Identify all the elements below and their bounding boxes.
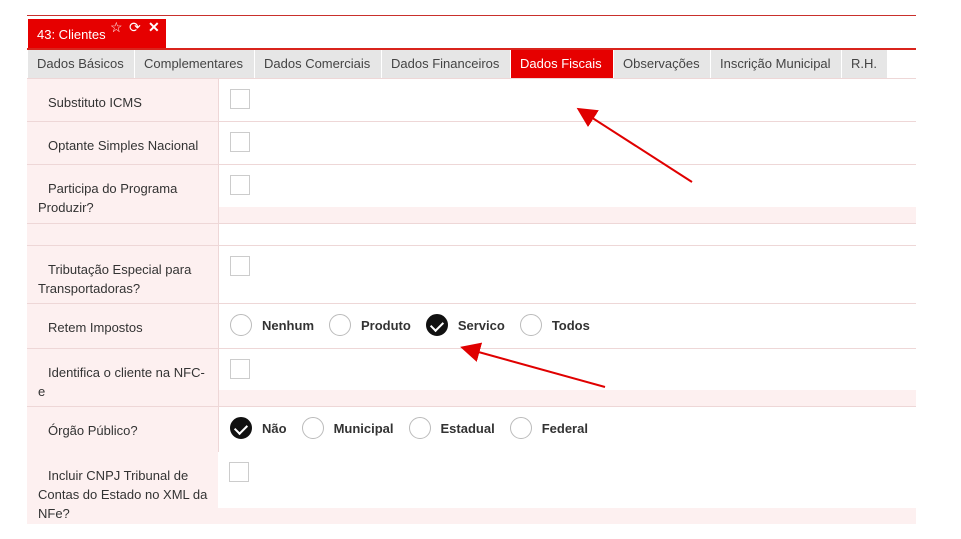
row-orgao-publico: Órgão Público? Não Municipal Estadual Fe…	[27, 406, 916, 452]
field-label: Incluir CNPJ Tribunal de Contas do Estad…	[27, 452, 218, 524]
radio-produto[interactable]: Produto	[329, 314, 411, 336]
row-cnpj-tribunal: Incluir CNPJ Tribunal de Contas do Estad…	[27, 452, 916, 524]
row-identifica-nfce: Identifica o cliente na NFC-e	[27, 348, 916, 406]
radio-federal[interactable]: Federal	[509, 417, 588, 439]
tab-dados-financeiros[interactable]: Dados Financeiros	[382, 50, 511, 78]
cnpj-tribunal-checkbox[interactable]	[229, 462, 249, 482]
tab-rh[interactable]: R.H.	[842, 50, 888, 78]
window-top-border	[27, 15, 916, 16]
field-label: Participa do Programa Produzir?	[27, 165, 218, 223]
tab-dados-comerciais[interactable]: Dados Comerciais	[255, 50, 382, 78]
tab-complementares[interactable]: Complementares	[135, 50, 255, 78]
radio-circle-checked[interactable]	[230, 417, 252, 439]
close-icon[interactable]: ✕	[148, 20, 160, 34]
row-optante-simples: Optante Simples Nacional	[27, 121, 916, 164]
star-icon[interactable]: ☆	[110, 20, 123, 34]
radio-circle[interactable]	[509, 417, 532, 439]
field-label: Órgão Público?	[27, 407, 218, 452]
tributacao-transportadoras-checkbox[interactable]	[230, 256, 250, 276]
radio-circle[interactable]	[301, 417, 324, 439]
orgao-publico-radio-group: Não Municipal Estadual Federal	[230, 417, 603, 439]
row-substituto-icms: Substituto ICMS	[27, 78, 916, 121]
section-tabs: Dados Básicos Complementares Dados Comer…	[28, 50, 888, 78]
row-tributacao-transportadoras: Tributação Especial para Transportadoras…	[27, 245, 916, 303]
programa-produzir-checkbox[interactable]	[230, 175, 250, 195]
radio-municipal[interactable]: Municipal	[301, 417, 394, 439]
radio-servico[interactable]: Servico	[425, 314, 505, 336]
field-label: Retem Impostos	[27, 304, 218, 348]
radio-nenhum[interactable]: Nenhum	[230, 314, 314, 336]
field-label: Substituto ICMS	[27, 79, 218, 121]
refresh-icon[interactable]: ⟳	[129, 20, 141, 34]
row-programa-produzir: Participa do Programa Produzir?	[27, 164, 916, 223]
optante-simples-checkbox[interactable]	[230, 132, 250, 152]
tab-inscricao-municipal[interactable]: Inscrição Municipal	[711, 50, 842, 78]
radio-todos[interactable]: Todos	[519, 314, 590, 336]
field-label: Identifica o cliente na NFC-e	[27, 349, 218, 406]
radio-circle-checked[interactable]	[425, 314, 448, 336]
window-tab-title: 43: Clientes	[37, 27, 106, 42]
identifica-nfce-checkbox[interactable]	[230, 359, 250, 379]
tab-dados-basicos[interactable]: Dados Básicos	[28, 50, 135, 78]
radio-circle[interactable]	[230, 314, 252, 336]
radio-estadual[interactable]: Estadual	[408, 417, 495, 439]
row-spacer	[27, 223, 916, 245]
radio-circle[interactable]	[329, 314, 351, 336]
window-tab[interactable]: 43: Clientes ☆ ⟳ ✕	[28, 19, 166, 48]
radio-circle[interactable]	[408, 417, 431, 439]
row-retem-impostos: Retem Impostos Nenhum Produto Servico To…	[27, 303, 916, 348]
substituto-icms-checkbox[interactable]	[230, 89, 250, 109]
tab-dados-fiscais[interactable]: Dados Fiscais	[511, 50, 614, 78]
radio-circle[interactable]	[519, 314, 542, 336]
radio-nao[interactable]: Não	[230, 417, 287, 439]
tab-observacoes[interactable]: Observações	[614, 50, 711, 78]
field-label: Optante Simples Nacional	[27, 122, 218, 164]
field-label: Tributação Especial para Transportadoras…	[27, 246, 218, 303]
retem-impostos-radio-group: Nenhum Produto Servico Todos	[230, 314, 605, 336]
